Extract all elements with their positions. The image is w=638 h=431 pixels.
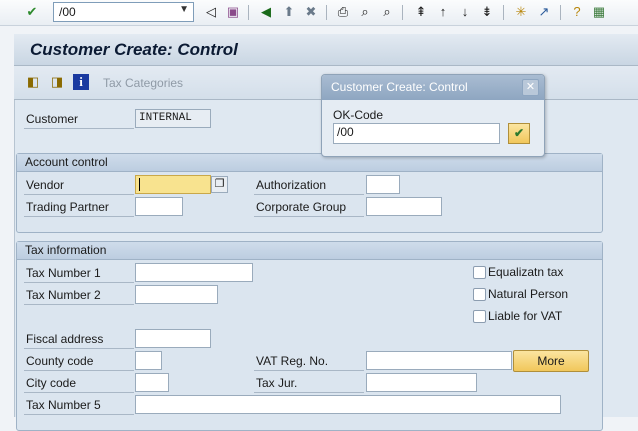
liable-for-vat-label: Liable for VAT bbox=[488, 309, 563, 323]
authorization-input[interactable] bbox=[366, 175, 400, 194]
command-field[interactable]: /00 ▼ bbox=[53, 2, 194, 22]
close-icon[interactable]: ✕ bbox=[522, 79, 539, 96]
cancel-icon[interactable]: ✖ bbox=[303, 4, 319, 20]
fiscal-address-label: Fiscal address bbox=[24, 330, 134, 349]
county-code-label: County code bbox=[24, 352, 134, 371]
separator bbox=[560, 5, 561, 20]
vat-reg-no-input[interactable] bbox=[366, 351, 512, 370]
separator bbox=[326, 5, 327, 20]
customer-field: INTERNAL bbox=[135, 109, 211, 128]
ok-code-input[interactable]: /00 bbox=[333, 123, 500, 144]
print-icon[interactable]: ⎙ bbox=[335, 4, 351, 20]
create-session-icon[interactable]: ✳ bbox=[513, 4, 529, 20]
last-page-icon[interactable]: ⇟ bbox=[479, 4, 495, 20]
separator bbox=[248, 5, 249, 20]
trading-partner-input[interactable] bbox=[135, 197, 183, 216]
tax-categories-button[interactable]: Tax Categories bbox=[103, 76, 183, 90]
trading-partner-label: Trading Partner bbox=[24, 198, 134, 217]
info-icon[interactable]: i bbox=[73, 74, 89, 90]
find-next-icon[interactable]: ⌕ bbox=[379, 4, 395, 20]
tax-number-2-input[interactable] bbox=[135, 285, 218, 304]
confirm-check-icon[interactable]: ✔ bbox=[508, 123, 530, 144]
more-button[interactable]: More bbox=[513, 350, 589, 372]
exit-icon[interactable]: ⬆ bbox=[281, 4, 297, 20]
equalizatn-tax-checkbox[interactable] bbox=[473, 266, 486, 279]
command-field-value: /00 bbox=[59, 5, 76, 19]
next-screen-icon[interactable]: ◨ bbox=[49, 74, 65, 90]
shortcut-icon[interactable]: ↗ bbox=[536, 4, 552, 20]
tax-jur-input[interactable] bbox=[366, 373, 477, 392]
corporate-group-input[interactable] bbox=[366, 197, 442, 216]
liable-for-vat-checkbox[interactable] bbox=[473, 310, 486, 323]
system-toolbar: ✔ /00 ▼ ◁ ▣ ◀ ⬆ ✖ ⎙ ⌕ ⌕ ⇞ ↑ ↓ ⇟ ✳ ↗ ? ▦ bbox=[0, 0, 638, 26]
back-arrow-icon[interactable]: ◁ bbox=[203, 4, 219, 20]
ok-code-dialog: Customer Create: Control ✕ OK-Code /00 ✔ bbox=[321, 74, 545, 157]
first-page-icon[interactable]: ⇞ bbox=[413, 4, 429, 20]
natural-person-checkbox[interactable] bbox=[473, 288, 486, 301]
value-help-icon[interactable]: ❐ bbox=[211, 176, 228, 193]
county-code-input[interactable] bbox=[135, 351, 162, 370]
tax-number-5-input[interactable] bbox=[135, 395, 561, 414]
city-code-input[interactable] bbox=[135, 373, 169, 392]
city-code-label: City code bbox=[24, 374, 134, 393]
next-page-icon[interactable]: ↓ bbox=[457, 4, 473, 20]
save-icon[interactable]: ▣ bbox=[225, 4, 241, 20]
natural-person-label: Natural Person bbox=[488, 287, 569, 301]
tax-number-5-label: Tax Number 5 bbox=[24, 396, 134, 415]
find-icon[interactable]: ⌕ bbox=[357, 4, 373, 20]
tax-number-1-label: Tax Number 1 bbox=[24, 264, 134, 283]
authorization-label: Authorization bbox=[254, 176, 364, 195]
back-icon[interactable]: ◀ bbox=[258, 4, 274, 20]
tax-information-header: Tax information bbox=[17, 242, 602, 260]
customize-layout-icon[interactable]: ▦ bbox=[591, 4, 607, 20]
previous-screen-icon[interactable]: ◧ bbox=[25, 74, 41, 90]
help-icon[interactable]: ? bbox=[569, 4, 585, 20]
vendor-input[interactable] bbox=[135, 175, 211, 194]
equalizatn-tax-label: Equalizatn tax bbox=[488, 265, 564, 279]
dialog-title-text: Customer Create: Control bbox=[331, 80, 468, 94]
ok-code-label: OK-Code bbox=[333, 108, 384, 122]
customer-label: Customer bbox=[24, 110, 134, 129]
tax-number-1-input[interactable] bbox=[135, 263, 253, 282]
corporate-group-label: Corporate Group bbox=[254, 198, 364, 217]
tax-number-2-label: Tax Number 2 bbox=[24, 286, 134, 305]
chevron-down-icon[interactable]: ▼ bbox=[179, 4, 189, 15]
previous-page-icon[interactable]: ↑ bbox=[435, 4, 451, 20]
tax-jur-label: Tax Jur. bbox=[254, 374, 364, 393]
dialog-title: Customer Create: Control bbox=[322, 75, 544, 100]
page-title: Customer Create: Control bbox=[30, 40, 238, 59]
fiscal-address-input[interactable] bbox=[135, 329, 211, 348]
separator bbox=[402, 5, 403, 20]
vendor-label: Vendor bbox=[24, 176, 134, 195]
enter-icon[interactable]: ✔ bbox=[24, 4, 40, 20]
vat-reg-no-label: VAT Reg. No. bbox=[254, 352, 364, 371]
separator bbox=[503, 5, 504, 20]
